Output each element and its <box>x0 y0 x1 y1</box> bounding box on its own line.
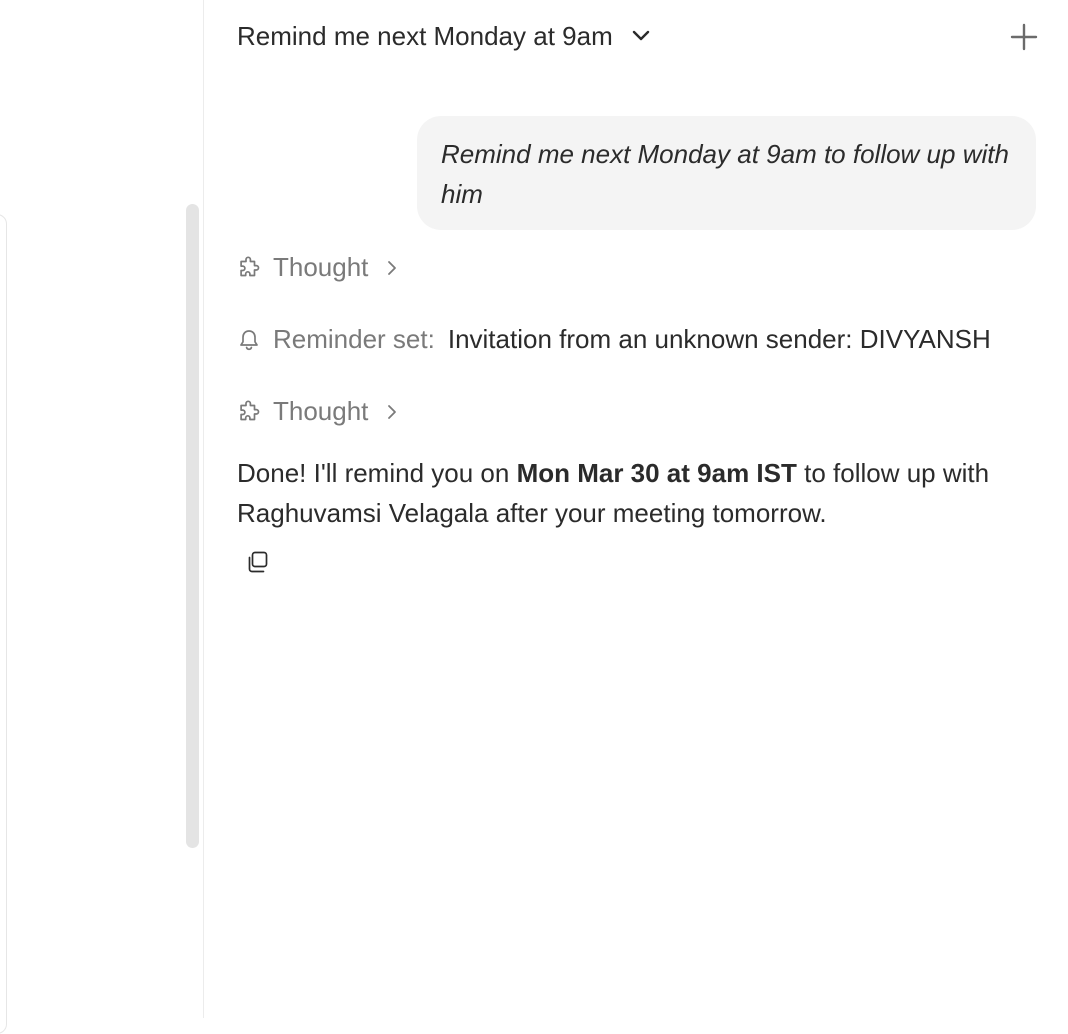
chevron-down-icon[interactable] <box>629 24 653 48</box>
thought-label: Thought <box>273 396 369 426</box>
user-message-text: Remind me next Monday at 9am to follow u… <box>441 139 1009 209</box>
plus-icon <box>1010 23 1038 51</box>
thought-toggle-1[interactable]: Thought <box>237 252 400 283</box>
copy-button[interactable] <box>243 548 271 576</box>
assistant-answer: Done! I'll remind you on Mon Mar 30 at 9… <box>237 453 1037 533</box>
thought-toggle-2[interactable]: Thought <box>237 396 400 427</box>
reminder-title: Invitation from an unknown sender: DIVYA… <box>447 324 991 354</box>
reminder-label: Reminder set: <box>273 324 435 354</box>
chevron-right-icon <box>384 404 400 420</box>
puzzle-piece-icon <box>237 399 261 424</box>
answer-prefix: Done! I'll remind you on <box>237 458 517 488</box>
chat-panel: Remind me next Monday at 9am Remind me n… <box>205 0 1068 1018</box>
bell-icon <box>237 328 261 352</box>
chat-header: Remind me next Monday at 9am <box>237 14 653 58</box>
reminder-set-row: Reminder set: Invitation from an unknown… <box>237 324 991 355</box>
answer-highlight: Mon Mar 30 at 9am IST <box>516 458 797 488</box>
puzzle-piece-icon <box>237 255 261 280</box>
new-chat-button[interactable] <box>1004 19 1044 55</box>
chevron-right-icon <box>384 260 400 276</box>
left-panel-card <box>0 214 7 1034</box>
thought-label: Thought <box>273 252 369 282</box>
scrollbar[interactable] <box>186 204 199 848</box>
left-panel <box>0 0 204 1034</box>
user-message-bubble: Remind me next Monday at 9am to follow u… <box>417 116 1036 230</box>
copy-icon <box>248 551 268 573</box>
conversation-title[interactable]: Remind me next Monday at 9am <box>237 21 613 52</box>
